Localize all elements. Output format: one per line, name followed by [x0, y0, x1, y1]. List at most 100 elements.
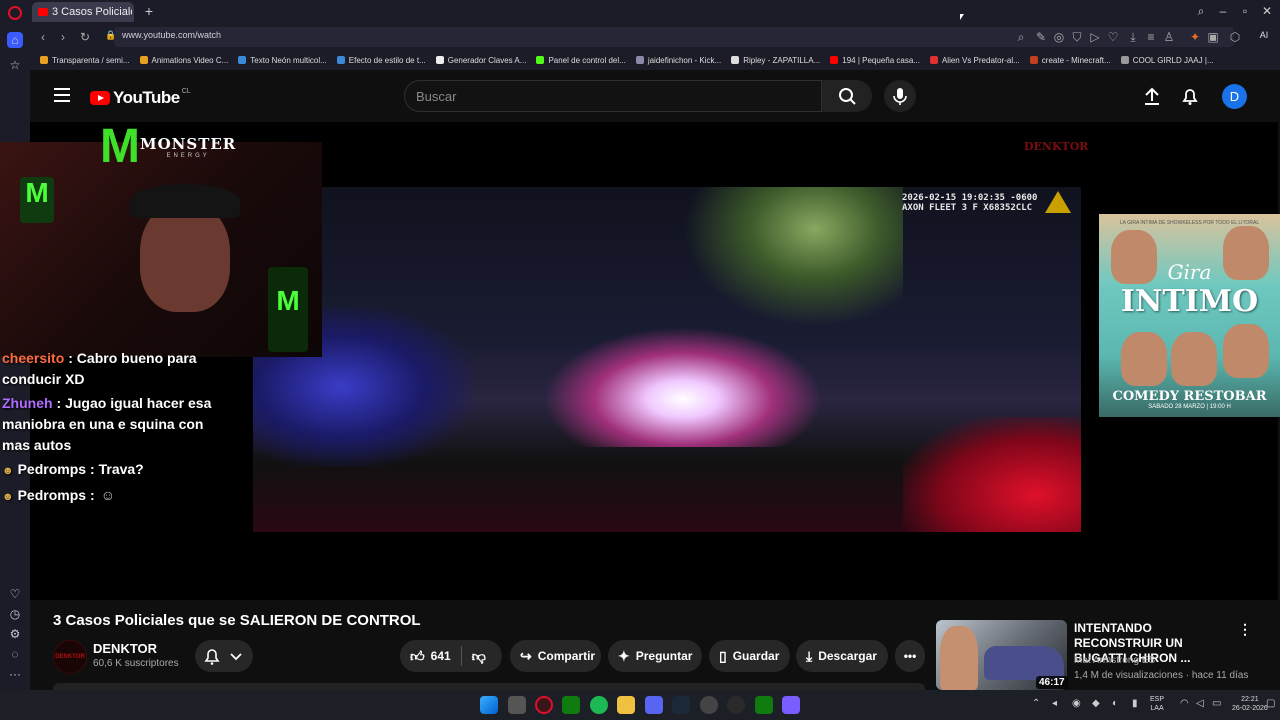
zoom-icon[interactable]: ⌕: [1014, 30, 1028, 45]
discord-icon[interactable]: [645, 696, 663, 714]
thumbs-up-icon[interactable]: 👍︎: [410, 648, 425, 665]
task-view-icon[interactable]: [508, 696, 526, 714]
forward-button[interactable]: ›: [56, 30, 70, 44]
tray-chevron-icon[interactable]: ⌃: [1032, 698, 1040, 709]
more-icon[interactable]: ···: [7, 666, 23, 682]
menu-icon[interactable]: ≡: [1144, 30, 1158, 44]
sponsor-ad-poster[interactable]: LA GIRA INTIMA DE SHOWKELESS POR TODO EL…: [1099, 214, 1280, 417]
like-count[interactable]: 641: [431, 649, 451, 663]
extension-icon[interactable]: ✦: [1188, 30, 1202, 44]
profile-icon[interactable]: ♙: [1162, 30, 1176, 44]
channel-name[interactable]: DENKTOR: [93, 641, 157, 656]
share-button[interactable]: ↪ Compartir: [510, 640, 601, 672]
reload-icon[interactable]: ↻: [78, 30, 92, 44]
download-icon[interactable]: ⤓: [1126, 30, 1140, 45]
url-box[interactable]: [114, 27, 1234, 47]
search-tabs-icon[interactable]: ⌕: [1192, 4, 1210, 20]
volume-icon[interactable]: ◁: [1196, 698, 1204, 709]
account-avatar[interactable]: D: [1222, 84, 1247, 109]
tray-icon[interactable]: ◆: [1092, 698, 1100, 709]
thumbs-down-icon[interactable]: 👎︎: [472, 648, 486, 665]
youtube-logo[interactable]: YouTube CL: [90, 88, 191, 108]
play-icon[interactable]: ▷: [1088, 30, 1102, 44]
download-button[interactable]: ⤓ Descargar: [796, 640, 888, 672]
xbox-app-icon[interactable]: [755, 696, 773, 714]
heart-icon[interactable]: ♡: [1106, 30, 1120, 44]
extension-icon[interactable]: ▣: [1206, 30, 1220, 44]
new-tab-button[interactable]: +: [142, 4, 156, 18]
minimize-button[interactable]: –: [1214, 4, 1232, 20]
opera-taskbar-icon[interactable]: [535, 696, 553, 714]
download-label: Descargar: [818, 649, 877, 663]
share-arrow-icon: ↪: [520, 647, 532, 664]
settings-gear-icon[interactable]: ⚙: [7, 626, 23, 642]
app-icon[interactable]: [727, 696, 745, 714]
search-placeholder: Buscar: [416, 89, 457, 104]
spotify-icon[interactable]: [590, 696, 608, 714]
system-clock[interactable]: 22:21 26-02-2026: [1232, 695, 1268, 713]
steam-icon[interactable]: [672, 696, 690, 714]
shield-icon[interactable]: ⛉: [1070, 30, 1084, 45]
more-actions-button[interactable]: •••: [895, 640, 925, 672]
tray-mic-icon[interactable]: ▮: [1132, 698, 1138, 709]
voice-search-button[interactable]: [884, 80, 916, 112]
upload-icon[interactable]: [1142, 86, 1162, 106]
divider: [460, 646, 462, 666]
search-button[interactable]: [822, 80, 872, 112]
notifications-bell-icon[interactable]: [1180, 86, 1200, 106]
bookmark-item[interactable]: Panel de control del...: [536, 56, 626, 65]
file-explorer-icon[interactable]: [617, 696, 635, 714]
lightbulb-icon[interactable]: ◌: [7, 646, 23, 662]
home-icon[interactable]: ⌂: [7, 32, 23, 48]
opera-logo-icon[interactable]: [8, 6, 22, 20]
bookmark-item[interactable]: Generador Claves A...: [435, 56, 526, 65]
battery-icon[interactable]: ▭: [1212, 698, 1221, 709]
extension-icon[interactable]: ⬡: [1228, 30, 1242, 44]
bookmark-item[interactable]: Transparenta / semi...: [40, 56, 130, 65]
url-text[interactable]: www.youtube.com/watch: [122, 30, 221, 40]
save-button[interactable]: ▯ Guardar: [709, 640, 790, 672]
close-window-button[interactable]: ✕: [1258, 4, 1276, 20]
browser-tab-active[interactable]: 3 Casos Policiales que se SALIERON DE CO…: [32, 2, 134, 22]
camera-icon[interactable]: ◎: [1052, 30, 1066, 44]
bookmark-icon: ▯: [719, 647, 727, 664]
bookmark-item[interactable]: 194 | Pequeña casa...: [830, 56, 920, 65]
ai-button[interactable]: AI: [1252, 30, 1276, 40]
recommended-channel[interactable]: Mat Armstrong ES: [1074, 655, 1155, 666]
bookmark-favicon-icon: [830, 56, 839, 64]
recommended-menu-icon[interactable]: ⋮: [1238, 621, 1252, 638]
xbox-icon[interactable]: [562, 696, 580, 714]
bookmark-item[interactable]: Animations Video C...: [139, 56, 228, 65]
subscription-bell-button[interactable]: [195, 640, 253, 672]
bookmark-item[interactable]: Efecto de estilo de t...: [336, 56, 426, 65]
pin-icon[interactable]: ☆: [7, 57, 23, 73]
bookmark-favicon-icon: [435, 56, 444, 64]
bookmark-favicon-icon: [1120, 56, 1129, 64]
notification-center-icon[interactable]: ▢: [1266, 698, 1275, 709]
ask-button[interactable]: ✦ Preguntar: [608, 640, 702, 672]
app-icon[interactable]: [782, 696, 800, 714]
tray-steam-icon[interactable]: ◉: [1072, 698, 1081, 709]
tray-icon[interactable]: ◐: [1112, 698, 1118, 709]
like-dislike-group: 👍︎ 641 👎︎: [400, 640, 502, 672]
bookmark-item[interactable]: Texto Neón multicol...: [238, 56, 327, 65]
bookmark-item[interactable]: create - Minecraft...: [1029, 56, 1111, 65]
history-icon[interactable]: ◷: [7, 606, 23, 622]
search-input[interactable]: [404, 80, 822, 112]
heart-icon[interactable]: ♡: [7, 586, 23, 602]
bookmark-item[interactable]: jaidefinichon - Kick...: [635, 56, 721, 65]
bookmark-item[interactable]: Alien Vs Predator-al...: [929, 56, 1020, 65]
obs-icon[interactable]: [700, 696, 718, 714]
wifi-icon[interactable]: ◠: [1180, 698, 1189, 709]
windows-start-icon[interactable]: [480, 696, 498, 714]
maximize-button[interactable]: ▫: [1236, 4, 1254, 20]
hamburger-menu-icon[interactable]: [54, 88, 70, 102]
bookmark-item[interactable]: Ripley - ZAPATILLA...: [731, 56, 820, 65]
tray-icon[interactable]: ◂: [1052, 698, 1057, 709]
back-button[interactable]: ‹: [36, 30, 50, 44]
keyboard-language[interactable]: ESP LAA: [1150, 695, 1164, 713]
bookmark-item[interactable]: COOL GIRLD JAAJ |...: [1120, 56, 1214, 65]
channel-avatar[interactable]: DENKTOR: [53, 640, 87, 674]
ad-date-text: SABADO 28 MARZO | 19:00 H: [1148, 404, 1231, 410]
edit-icon[interactable]: ✎: [1034, 30, 1048, 44]
